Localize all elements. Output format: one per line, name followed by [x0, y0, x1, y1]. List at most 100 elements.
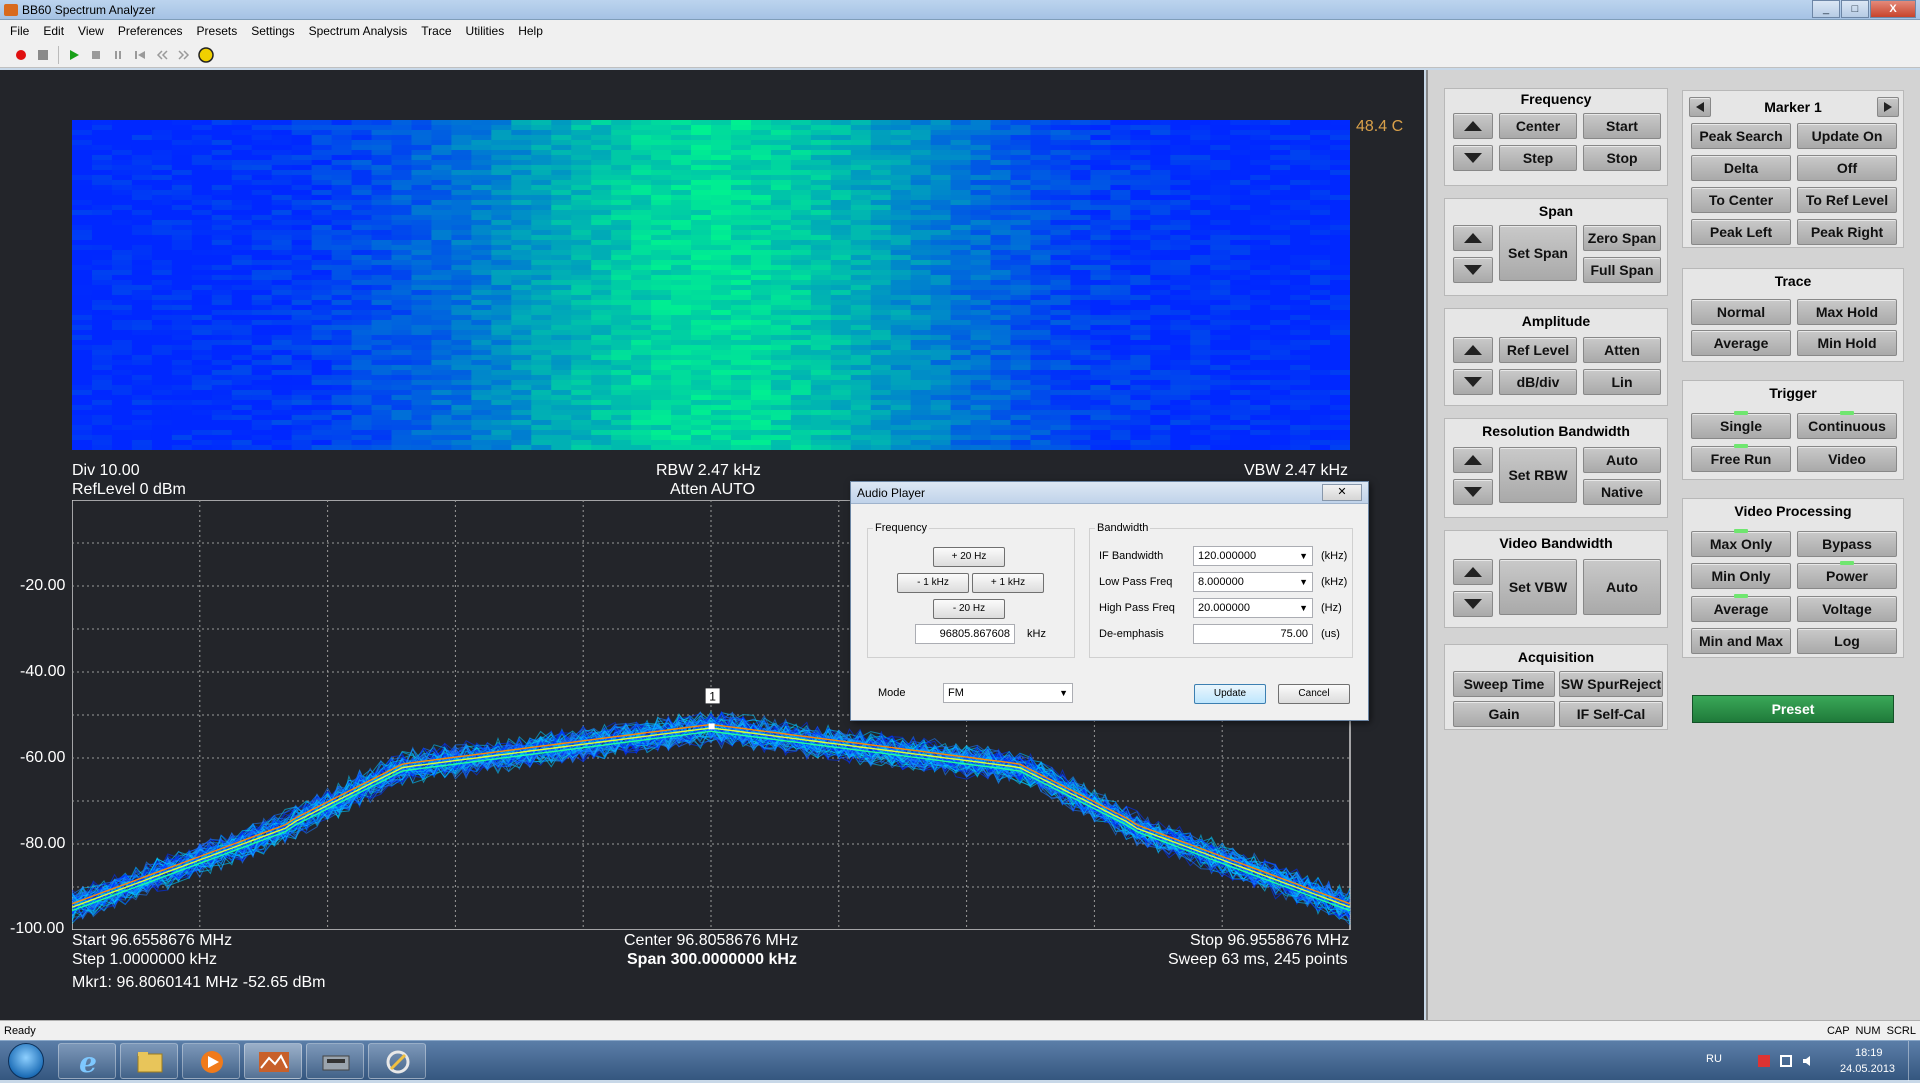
preset-button[interactable]: Preset: [1692, 695, 1894, 723]
plus-1khz-button[interactable]: + 1 kHz: [972, 573, 1044, 593]
update-button[interactable]: Update: [1194, 684, 1266, 704]
marker-next-button[interactable]: [1877, 97, 1899, 117]
taskbar-explorer-icon[interactable]: [120, 1043, 178, 1079]
menu-spectrum-analysis[interactable]: Spectrum Analysis: [309, 24, 408, 38]
vp-average-button[interactable]: Average: [1691, 594, 1791, 622]
tray-flag-icon[interactable]: [1758, 1055, 1770, 1067]
min-and-max-button[interactable]: Min and Max: [1691, 628, 1791, 654]
record-icon[interactable]: [12, 46, 30, 64]
update-on-button[interactable]: Update On: [1797, 123, 1897, 149]
low-pass-select[interactable]: 8.000000 ▼: [1193, 572, 1313, 592]
vbw-up-button[interactable]: [1453, 559, 1493, 585]
ref-level-button[interactable]: Ref Level: [1499, 337, 1577, 363]
taskbar-device-icon[interactable]: [306, 1043, 364, 1079]
start-button[interactable]: [8, 1043, 44, 1079]
full-span-button[interactable]: Full Span: [1583, 257, 1661, 283]
span-up-button[interactable]: [1453, 225, 1493, 251]
to-ref-level-button[interactable]: To Ref Level: [1797, 187, 1897, 213]
set-rbw-button[interactable]: Set RBW: [1499, 447, 1577, 503]
rbw-up-button[interactable]: [1453, 447, 1493, 473]
db-div-button[interactable]: dB/div: [1499, 369, 1577, 395]
peak-search-button[interactable]: Peak Search: [1691, 123, 1791, 149]
zero-span-button[interactable]: Zero Span: [1583, 225, 1661, 251]
maximize-button[interactable]: □: [1841, 0, 1869, 18]
taskbar-ie-icon[interactable]: e: [58, 1043, 116, 1079]
power-button[interactable]: Power: [1797, 561, 1897, 589]
if-bandwidth-select[interactable]: 120.000000 ▼: [1193, 546, 1313, 566]
lin-button[interactable]: Lin: [1583, 369, 1661, 395]
atten-button[interactable]: Atten: [1583, 337, 1661, 363]
min-only-button[interactable]: Min Only: [1691, 563, 1791, 589]
min-hold-button[interactable]: Min Hold: [1797, 330, 1897, 356]
tray-network-icon[interactable]: [1780, 1055, 1792, 1067]
bypass-button[interactable]: Bypass: [1797, 531, 1897, 557]
if-self-cal-button[interactable]: IF Self-Cal: [1559, 701, 1663, 727]
cancel-button[interactable]: Cancel: [1278, 684, 1350, 704]
menu-trace[interactable]: Trace: [421, 24, 451, 38]
menu-view[interactable]: View: [78, 24, 104, 38]
amplitude-up-button[interactable]: [1453, 337, 1493, 363]
rewind-icon[interactable]: [153, 46, 171, 64]
dialog-close-button[interactable]: ✕: [1322, 484, 1362, 501]
set-span-button[interactable]: Set Span: [1499, 225, 1577, 281]
rbw-down-button[interactable]: [1453, 479, 1493, 505]
delta-button[interactable]: Delta: [1691, 155, 1791, 181]
taskbar-tool-icon[interactable]: [368, 1043, 426, 1079]
skip-back-icon[interactable]: [131, 46, 149, 64]
trace-normal-button[interactable]: Normal: [1691, 299, 1791, 325]
amplitude-down-button[interactable]: [1453, 369, 1493, 395]
tray-volume-icon[interactable]: [1802, 1055, 1814, 1067]
marker-off-button[interactable]: Off: [1797, 155, 1897, 181]
log-button[interactable]: Log: [1797, 628, 1897, 654]
sweep-time-button[interactable]: Sweep Time: [1453, 671, 1555, 697]
menu-presets[interactable]: Presets: [197, 24, 238, 38]
menu-preferences[interactable]: Preferences: [118, 24, 183, 38]
stop-record-icon[interactable]: [34, 46, 52, 64]
gain-button[interactable]: Gain: [1453, 701, 1555, 727]
frequency-up-button[interactable]: [1453, 113, 1493, 139]
fast-forward-icon[interactable]: [175, 46, 193, 64]
video-trigger-button[interactable]: Video: [1797, 446, 1897, 472]
menu-edit[interactable]: Edit: [43, 24, 64, 38]
vbw-auto-button[interactable]: Auto: [1583, 559, 1661, 615]
menu-file[interactable]: File: [10, 24, 29, 38]
step-button[interactable]: Step: [1499, 145, 1577, 171]
language-indicator[interactable]: RU: [1706, 1053, 1722, 1065]
trace-average-button[interactable]: Average: [1691, 330, 1791, 356]
peak-right-button[interactable]: Peak Right: [1797, 219, 1897, 245]
minus-20hz-button[interactable]: - 20 Hz: [933, 599, 1005, 619]
sw-spur-reject-button[interactable]: SW SpurReject: [1559, 671, 1663, 697]
center-button[interactable]: Center: [1499, 113, 1577, 139]
sweep-indicator-icon[interactable]: [197, 46, 215, 64]
pause-icon[interactable]: [109, 46, 127, 64]
mode-select[interactable]: FM ▼: [943, 683, 1073, 703]
clock-time[interactable]: 18:19: [1855, 1047, 1883, 1059]
close-button[interactable]: X: [1870, 0, 1916, 18]
play-icon[interactable]: [65, 46, 83, 64]
peak-left-button[interactable]: Peak Left: [1691, 219, 1791, 245]
rbw-auto-button[interactable]: Auto: [1583, 447, 1661, 473]
frequency-down-button[interactable]: [1453, 145, 1493, 171]
show-desktop-button[interactable]: [1908, 1041, 1920, 1081]
start-button[interactable]: Start: [1583, 113, 1661, 139]
taskbar-spectrum-app-icon[interactable]: [244, 1043, 302, 1079]
rbw-native-button[interactable]: Native: [1583, 479, 1661, 505]
high-pass-select[interactable]: 20.000000 ▼: [1193, 598, 1313, 618]
minus-1khz-button[interactable]: - 1 kHz: [897, 573, 969, 593]
single-trigger-button[interactable]: Single: [1691, 411, 1791, 439]
menu-help[interactable]: Help: [518, 24, 543, 38]
plus-20hz-button[interactable]: + 20 Hz: [933, 547, 1005, 567]
free-run-button[interactable]: Free Run: [1691, 444, 1791, 472]
vbw-down-button[interactable]: [1453, 591, 1493, 617]
stop-button[interactable]: Stop: [1583, 145, 1661, 171]
frequency-input[interactable]: 96805.867608: [915, 624, 1015, 644]
menu-utilities[interactable]: Utilities: [466, 24, 505, 38]
stop-icon[interactable]: [87, 46, 105, 64]
span-down-button[interactable]: [1453, 257, 1493, 283]
to-center-freq-button[interactable]: To Center Freq: [1691, 187, 1791, 232]
clock-date[interactable]: 24.05.2013: [1840, 1063, 1895, 1075]
taskbar-media-player-icon[interactable]: [182, 1043, 240, 1079]
de-emphasis-input[interactable]: 75.00: [1193, 624, 1313, 644]
minimize-button[interactable]: _: [1812, 0, 1840, 18]
menu-settings[interactable]: Settings: [251, 24, 294, 38]
